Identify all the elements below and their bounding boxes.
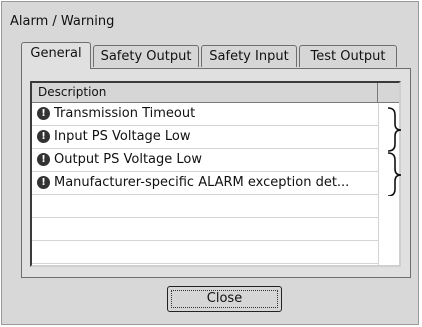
alarm-warning-dialog: Alarm / Warning General Safety Output Sa… — [1, 1, 419, 325]
alarm-list[interactable]: Description ! Transmission Timeout ! Inp… — [30, 81, 401, 267]
tab-test-output[interactable]: Test Output — [299, 45, 397, 67]
close-button-label: Close — [206, 291, 243, 306]
column-header-blank — [378, 83, 399, 102]
dialog-title: Alarm / Warning — [10, 14, 115, 29]
column-header-description[interactable]: Description — [32, 83, 378, 102]
alarm-icon: ! — [37, 130, 50, 143]
general-tab-panel: Description ! Transmission Timeout ! Inp… — [21, 68, 411, 278]
brace-upper — [387, 107, 402, 152]
list-item[interactable]: ! Output PS Voltage Low — [32, 149, 378, 172]
list-item-text: Output PS Voltage Low — [54, 152, 203, 167]
tab-safety-input[interactable]: Safety Input — [201, 45, 297, 67]
list-item[interactable]: ! Input PS Voltage Low — [32, 126, 378, 149]
grouping-braces — [387, 107, 402, 196]
list-item-empty — [32, 218, 378, 241]
brace-lower — [387, 152, 402, 196]
list-item-empty — [32, 195, 378, 218]
list-item[interactable]: ! Manufacturer-specific ALARM exception … — [32, 172, 378, 195]
alarm-icon: ! — [37, 107, 50, 120]
close-button[interactable]: Close — [167, 286, 282, 312]
list-header: Description — [32, 83, 399, 103]
tab-safety-output[interactable]: Safety Output — [93, 45, 199, 67]
list-item-text: Manufacturer-specific ALARM exception de… — [54, 175, 350, 190]
alarm-icon: ! — [37, 176, 50, 189]
tab-general[interactable]: General — [21, 42, 91, 69]
tab-bar: General Safety Output Safety Input Test … — [21, 42, 411, 69]
column-divider — [378, 103, 379, 265]
list-item-text: Transmission Timeout — [54, 106, 196, 121]
list-item[interactable]: ! Transmission Timeout — [32, 103, 378, 126]
list-item-empty — [32, 241, 378, 264]
list-item-text: Input PS Voltage Low — [54, 129, 191, 144]
alarm-icon: ! — [37, 153, 50, 166]
